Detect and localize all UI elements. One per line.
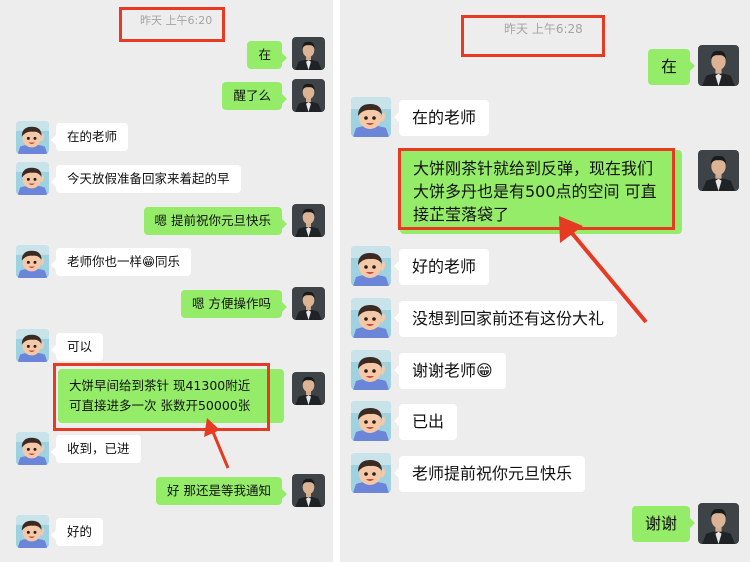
annotation-arrow-icon <box>204 418 230 469</box>
right-chat-panel: 昨天 上午6:28 在 在的老师 大饼刚茶针就给到反弹，现在我们 大饼多丹也是有… <box>340 0 750 562</box>
annotation-arrow-icon <box>559 216 648 324</box>
left-chat-panel: 昨天 上午6:20 在 醒了么 在的老师 今天放假准备回家来着起的早 嗯 提前祝… <box>0 0 333 562</box>
